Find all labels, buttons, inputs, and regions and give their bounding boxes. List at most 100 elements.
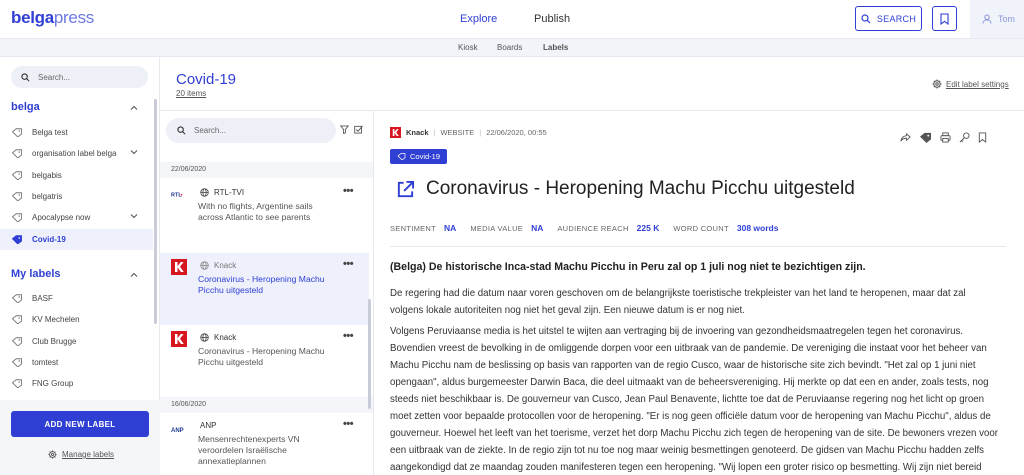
sidebar-label-text: BASF [32, 294, 53, 303]
media-value: NA [531, 223, 544, 233]
user-name: Tom [998, 14, 1016, 24]
article-lead: (Belga) De historische Inca-stad Machu P… [390, 261, 866, 273]
share-icon[interactable] [900, 132, 911, 143]
gear-icon [932, 79, 942, 89]
tag-icon[interactable] [919, 132, 932, 143]
tag-icon [11, 149, 22, 159]
more-options-icon[interactable]: ••• [343, 258, 354, 270]
article-label-tag[interactable]: Covid-19 [390, 149, 448, 164]
chevron-down-icon[interactable] [130, 214, 138, 219]
sidebar-label-text: KV Mechelen [32, 315, 80, 325]
manage-labels-link[interactable]: Manage labels [48, 450, 114, 459]
sidebar-search-input[interactable] [38, 72, 138, 82]
article-stats: SENTIMENT NA MEDIA VALUE NA AUDIENCE REACH… [390, 223, 1006, 247]
tag-icon [11, 128, 22, 137]
group-title-belga: belga [11, 101, 40, 113]
knack-logo [171, 331, 187, 347]
sidebar-label-item[interactable]: Belga test [0, 122, 153, 143]
subnav-labels[interactable]: Labels [543, 43, 568, 52]
list-item-source: Knack [214, 261, 237, 270]
print-icon[interactable] [940, 132, 951, 143]
search-button[interactable]: SEARCH [855, 6, 922, 31]
belgapress-logo[interactable]: belgapress [11, 8, 94, 28]
search-icon [861, 13, 871, 23]
sidebar-label-item[interactable]: KV Mechelen [0, 309, 153, 330]
user-menu[interactable]: Tom [970, 0, 1024, 38]
sidebar-label-item[interactable]: organisation label belga [0, 143, 153, 164]
article-meta: Knack | WEBSITE | 22/06/2020, 00:55 [390, 127, 547, 138]
nav-explore[interactable]: Explore [460, 13, 497, 25]
tag-icon [11, 358, 22, 367]
article-actions [900, 132, 987, 143]
article-paragraph: De regering had die datum naar voren ges… [390, 288, 966, 316]
tag-icon [397, 153, 406, 160]
more-options-icon[interactable]: ••• [343, 330, 354, 342]
list-item[interactable]: RTL • RTL-TVI ••• With no flights, Argent… [160, 178, 369, 251]
label-item-count[interactable]: 20 items [176, 89, 206, 98]
svg-text:•: • [181, 193, 183, 199]
bookmarks-button[interactable] [932, 6, 957, 31]
sidebar-label-item[interactable]: BASF [0, 288, 153, 309]
svg-text:ANP: ANP [171, 428, 184, 434]
group-title-my-labels: My labels [11, 268, 61, 280]
sidebar-label-text: organisation label belga [32, 149, 117, 159]
chevron-up-icon[interactable] [130, 105, 138, 110]
date-separator: 22/06/2020 [160, 162, 373, 178]
sidebar-label-item[interactable]: Apocalypse now [0, 207, 153, 228]
list-item-title: Coronavirus - Heropening Machu Picchu ui… [198, 346, 325, 367]
sidebar-label-item[interactable]: tomtest [0, 352, 153, 373]
subnav-kiosk[interactable]: Kiosk [458, 43, 478, 52]
tag-icon [11, 315, 22, 325]
list-item[interactable]: Knack ••• Coronavirus - Heropening Machu… [160, 325, 369, 397]
sidebar-label-item[interactable]: belgabis [0, 165, 153, 186]
list-search-input[interactable] [194, 126, 314, 135]
chevron-up-icon[interactable] [130, 272, 138, 277]
add-new-label-button[interactable]: ADD NEW LABEL [11, 411, 149, 437]
sidebar-label-text: Covid-19 [32, 234, 66, 244]
sidebar-label-text: tomtest [32, 357, 59, 367]
sidebar-label-text: Club Brugge [32, 336, 77, 346]
more-options-icon[interactable]: ••• [343, 185, 354, 197]
labels-sidebar: belga Belga test organisation label belga… [0, 57, 160, 475]
article-detail: Knack | WEBSITE | 22/06/2020, 00:55 Covi… [374, 110, 1024, 475]
more-options-icon[interactable]: ••• [343, 418, 354, 430]
edit-label-settings-link[interactable]: Edit label settings [932, 79, 1009, 89]
article-title: Coronavirus - Heropening Machu Picchu ui… [426, 178, 855, 199]
external-link-icon[interactable] [396, 180, 415, 199]
filter-icon[interactable] [340, 125, 349, 134]
tag-icon [11, 213, 22, 223]
label-title: Covid-19 [176, 71, 237, 88]
article-paragraph: Volgens Peruviaanse media is het uitstel… [390, 326, 998, 473]
sidebar-label-text: belgabis [32, 170, 62, 180]
list-item-selected[interactable]: Knack ••• Coronavirus - Heropening Machu… [160, 253, 369, 325]
select-all-icon[interactable] [354, 125, 363, 134]
sub-navigation: Kiosk Boards Labels [0, 38, 1024, 57]
knack-logo [390, 127, 401, 138]
bookmark-icon[interactable] [978, 132, 987, 143]
search-icon [177, 126, 186, 135]
globe-icon [200, 261, 209, 270]
sidebar-scrollbar[interactable] [154, 99, 157, 324]
gear-icon [48, 450, 57, 459]
list-scrollbar[interactable] [368, 299, 371, 409]
list-item-title: Coronavirus - Heropening Machu Picchu ui… [198, 274, 325, 295]
list-item-source: RTL-TVI [214, 188, 245, 197]
sidebar-label-item[interactable]: FNG Group [0, 373, 153, 394]
sidebar-label-item[interactable]: belgatris [0, 186, 153, 207]
tag-icon [11, 234, 22, 244]
list-item-title: With no flights, Argentine sails across … [198, 201, 313, 222]
subnav-boards[interactable]: Boards [497, 43, 522, 52]
search-button-label: SEARCH [876, 13, 917, 24]
list-item-source: Knack [214, 333, 237, 342]
key-icon[interactable] [959, 132, 970, 143]
list-item-title: Mensenrechtenexperts VN veroordelen Isra… [198, 434, 300, 466]
sidebar-label-item[interactable]: Covid-19 [0, 228, 153, 250]
article-datetime: 22/06/2020, 00:55 [486, 128, 547, 137]
nav-publish[interactable]: Publish [534, 13, 570, 25]
top-bar: belgapress Explore Publish SEARCH Tom [0, 0, 1024, 38]
sidebar-label-item[interactable]: Club Brugge [0, 331, 153, 352]
anp-logo: ANP [171, 428, 184, 434]
list-item[interactable]: ANP ANP ••• Mensenrechtenexperts VN vero… [160, 413, 369, 475]
chevron-down-icon[interactable] [130, 150, 138, 155]
bookmark-icon [940, 12, 949, 25]
